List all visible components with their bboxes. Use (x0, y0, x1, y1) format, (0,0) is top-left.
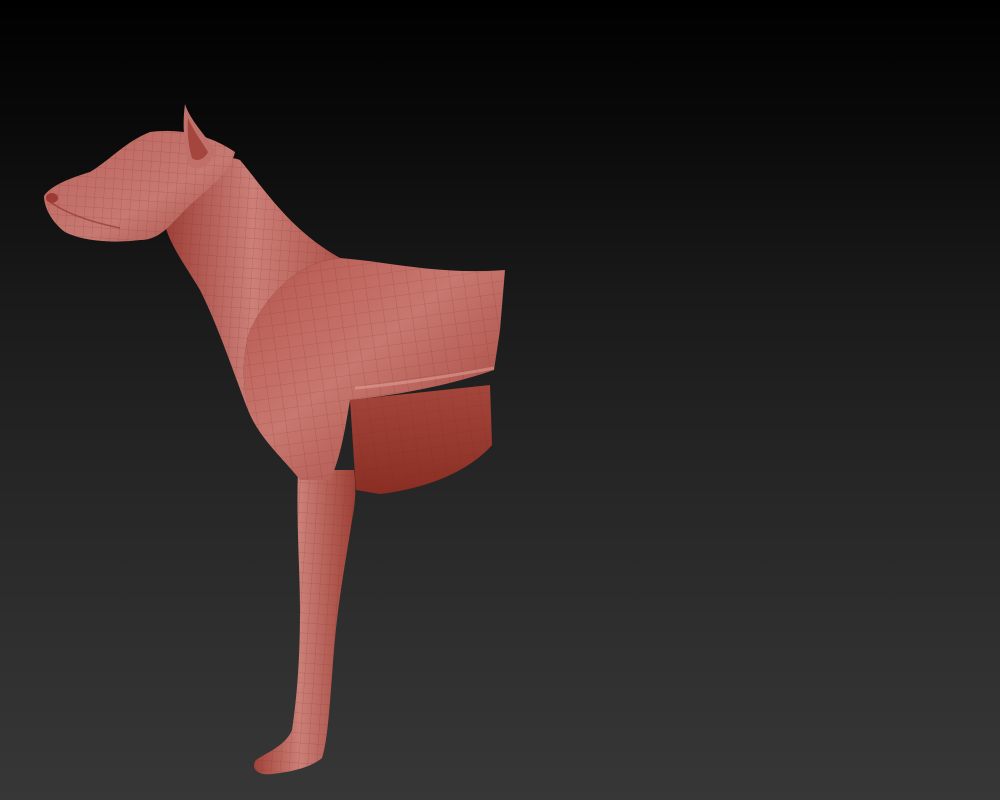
lower-chest-mesh[interactable] (350, 385, 492, 494)
model-canvas[interactable] (0, 0, 1000, 800)
foreleg-mesh[interactable] (253, 470, 356, 775)
sculpt-viewport[interactable] (0, 0, 1000, 800)
ear-mesh[interactable] (183, 104, 215, 169)
